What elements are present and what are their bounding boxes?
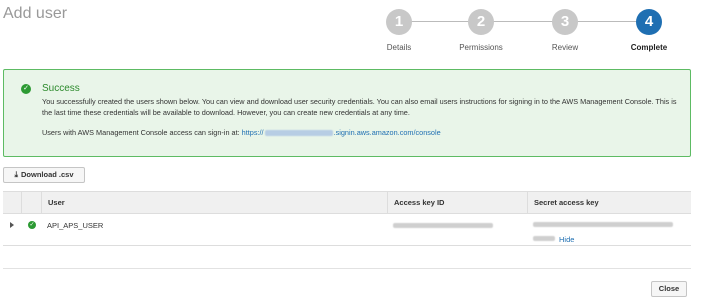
step-label: Complete [630, 43, 668, 52]
step-review: 3 Review [535, 9, 595, 52]
user-name-cell: API_APS_USER [47, 221, 104, 230]
step-number: 3 [552, 9, 578, 35]
page-title: Add user [3, 5, 68, 22]
redacted-access-key-id [393, 223, 493, 228]
alert-title: Success [42, 83, 80, 94]
step-number: 1 [386, 9, 412, 35]
users-table: User Access key ID Secret access key ✓ A… [3, 191, 691, 246]
check-circle-icon: ✓ [28, 221, 36, 229]
header-user[interactable]: User [41, 192, 387, 214]
redacted-secret-key [533, 222, 673, 227]
step-details: 1 Details [369, 9, 429, 52]
step-label: Permissions [459, 43, 503, 52]
hide-secret-link[interactable]: Hide [559, 235, 574, 244]
step-permissions: 2 Permissions [451, 9, 511, 52]
redacted-secret-key-tail [533, 236, 555, 241]
download-label: Download .csv [21, 170, 74, 179]
close-button[interactable]: Close [651, 281, 687, 297]
table-row: ✓ API_APS_USER Hide [3, 214, 691, 246]
header-status-col [21, 192, 41, 214]
download-icon: ⤓ [14, 170, 19, 179]
signin-link-start: https:// [241, 128, 264, 137]
footer-divider [3, 268, 691, 269]
signin-prefix: Users with AWS Management Console access… [42, 128, 242, 137]
signin-link-end: .signin.aws.amazon.com/console [333, 128, 441, 137]
redacted-account-id [264, 130, 333, 137]
step-complete: 4 Complete [619, 9, 679, 52]
success-alert: ✓ Success You successfully created the u… [3, 69, 691, 157]
alert-message: You successfully created the users shown… [42, 97, 677, 117]
step-label: Details [386, 43, 412, 52]
header-expand-col [3, 192, 21, 214]
header-secret-access-key[interactable]: Secret access key [527, 192, 691, 214]
header-access-key-id[interactable]: Access key ID [387, 192, 527, 214]
expand-row-icon[interactable] [10, 222, 14, 228]
wizard-stepper: 1 Details 2 Permissions 3 Review 4 Compl… [376, 9, 684, 57]
signin-url-link[interactable]: https:// .signin.aws.amazon.com/console [242, 128, 441, 137]
signin-info: Users with AWS Management Console access… [42, 128, 441, 137]
download-csv-button[interactable]: ⤓ Download .csv [3, 167, 85, 183]
step-number: 2 [468, 9, 494, 35]
step-label: Review [551, 43, 579, 52]
step-number: 4 [636, 9, 662, 35]
check-circle-icon: ✓ [21, 84, 31, 94]
table-header: User Access key ID Secret access key [3, 191, 691, 214]
